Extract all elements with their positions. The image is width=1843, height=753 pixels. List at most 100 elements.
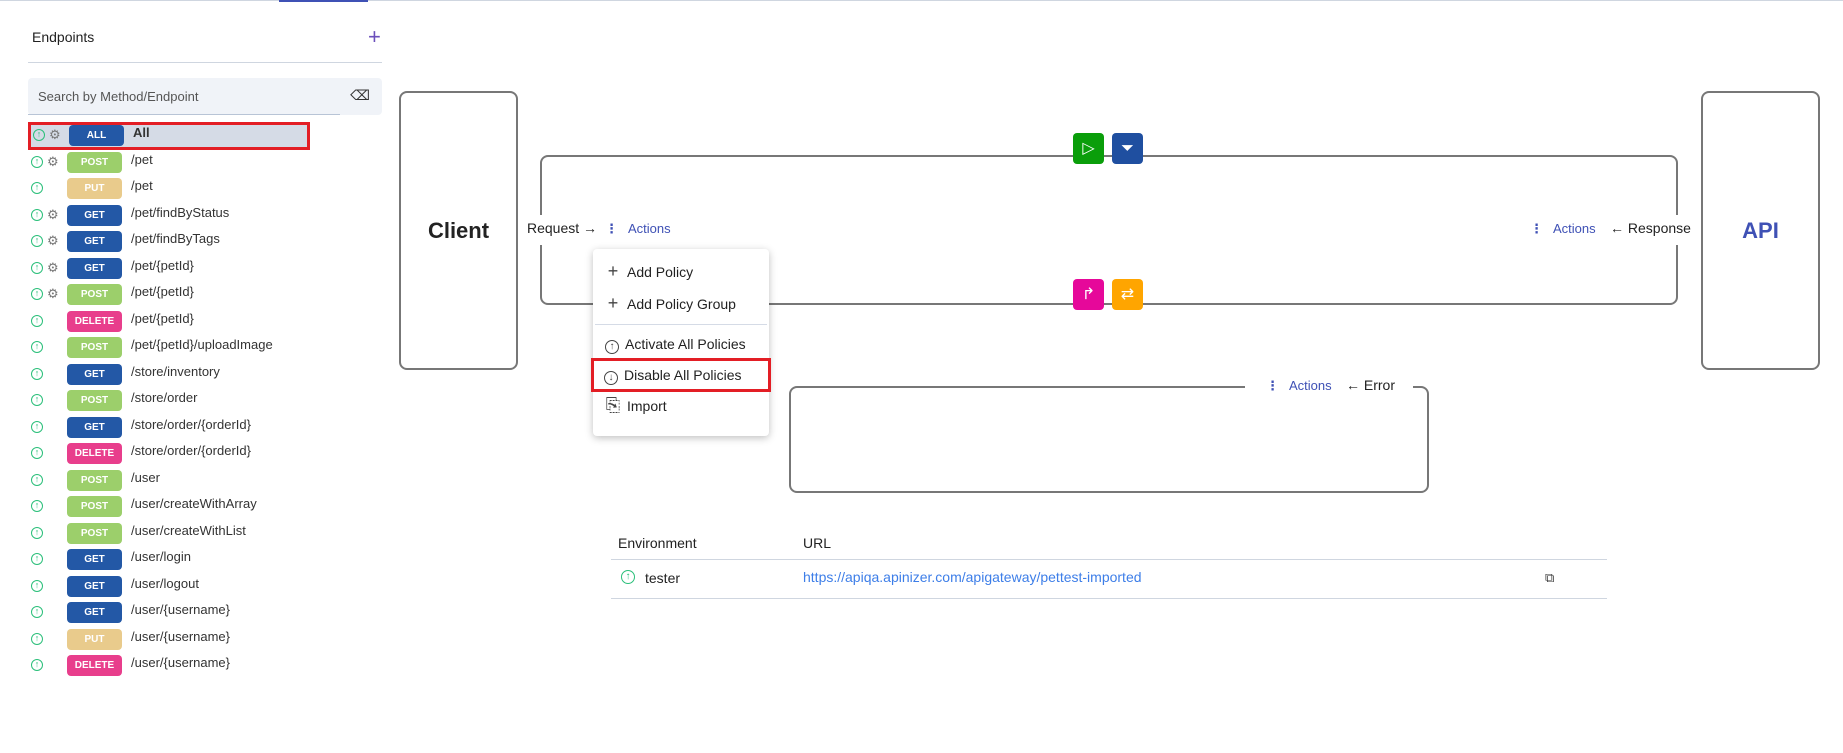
method-badge: DELETE xyxy=(67,655,122,676)
search-input[interactable] xyxy=(28,78,340,115)
endpoint-row[interactable]: ↑ GET/store/inventory xyxy=(28,363,308,387)
response-policies: ↱ ⇄ xyxy=(1073,279,1143,310)
menu-item[interactable]: ↑ Activate All Policies xyxy=(593,328,769,360)
table-divider xyxy=(611,559,1607,560)
method-badge: POST xyxy=(67,337,122,358)
active-status-icon[interactable]: ↑ xyxy=(33,129,45,141)
endpoint-path: /user/createWithList xyxy=(131,522,246,538)
active-status-icon[interactable]: ↑ xyxy=(31,288,43,300)
endpoint-row[interactable]: ↑ POST/pet/{petId}/uploadImage xyxy=(28,336,308,360)
active-status-icon[interactable]: ↑ xyxy=(31,632,43,645)
active-status-icon[interactable]: ↑ xyxy=(31,314,43,327)
endpoint-row[interactable]: ↑ ⚙ POST/pet xyxy=(28,151,308,175)
menu-item[interactable]: + Add Policy Group xyxy=(593,287,769,319)
redirect-icon[interactable]: ↱ xyxy=(1073,279,1104,310)
swap-icon[interactable]: ⇄ xyxy=(1112,279,1143,310)
endpoint-row[interactable]: ↑ POST/user/createWithArray xyxy=(28,495,308,519)
endpoint-row[interactable]: ↑ DELETE/user/{username} xyxy=(28,654,308,678)
endpoint-path: /user/{username} xyxy=(131,655,231,670)
add-endpoint-plus-icon[interactable]: + xyxy=(368,24,381,50)
active-status-icon[interactable]: ↑ xyxy=(31,659,43,671)
client-label: Client xyxy=(427,217,490,243)
active-status-icon[interactable]: ↑ xyxy=(31,235,43,247)
active-status-icon[interactable]: ↑ xyxy=(31,341,43,353)
active-status-icon[interactable]: ↑ xyxy=(31,579,43,592)
gear-icon[interactable]: ⚙ xyxy=(47,260,59,276)
method-badge: POST xyxy=(67,284,122,305)
menu-item[interactable]: ↓ Disable All Policies xyxy=(591,358,771,392)
active-status-icon[interactable]: ↑ xyxy=(31,500,43,512)
active-status-icon[interactable]: ↑ xyxy=(31,261,43,274)
client-node: Client xyxy=(399,91,518,370)
endpoint-path: /pet/findByStatus xyxy=(131,204,230,220)
error-actions-button[interactable]: ⋮ Actions xyxy=(1266,378,1332,394)
active-status-icon[interactable]: ↑ xyxy=(31,208,43,221)
active-status-icon[interactable]: ↑ xyxy=(31,526,43,539)
active-status-icon[interactable]: ↑ xyxy=(31,420,43,433)
endpoint-row[interactable]: ↑ GET/user/{username} xyxy=(28,601,308,625)
gear-icon[interactable]: ⚙ xyxy=(47,154,59,170)
endpoint-row[interactable]: ↑ POST/user/createWithList xyxy=(28,522,308,546)
endpoint-row[interactable]: ↑ POST/store/order xyxy=(28,389,308,413)
copy-icon[interactable]: ⧉ xyxy=(1545,570,1554,586)
method-badge: GET xyxy=(67,549,122,570)
endpoint-row[interactable]: ↑ GET/user/logout xyxy=(28,575,308,599)
divider xyxy=(28,62,382,63)
menu-item-label: Disable All Policies xyxy=(624,367,742,383)
endpoint-row[interactable]: ↑ POST/user xyxy=(28,469,308,493)
method-badge: GET xyxy=(67,416,122,438)
active-status-icon[interactable]: ↑ xyxy=(31,394,43,406)
gear-icon[interactable]: ⚙ xyxy=(47,233,59,249)
response-actions-button[interactable]: ⋮ Actions xyxy=(1530,221,1596,237)
active-tab-indicator xyxy=(279,0,368,2)
arrow-up-circle-icon: ↑ xyxy=(605,340,619,354)
endpoint-row[interactable]: ↑ DELETE/pet/{petId} xyxy=(28,310,308,334)
menu-item[interactable]: + Add Policy xyxy=(593,255,769,287)
method-badge: POST xyxy=(67,390,122,411)
endpoint-row[interactable]: ↑ ⚙ GET/pet/findByTags xyxy=(28,230,308,254)
filter-icon[interactable]: ⏷ xyxy=(1112,133,1143,164)
method-badge: DELETE xyxy=(67,310,122,332)
request-actions-button[interactable]: ⋮ Actions xyxy=(605,221,671,237)
gear-icon[interactable]: ⚙ xyxy=(47,286,59,302)
active-status-icon[interactable]: ↑ xyxy=(31,155,43,168)
endpoint-row[interactable]: ↑ ⚙ POST/pet/{petId} xyxy=(28,283,308,307)
method-badge: POST xyxy=(67,522,122,544)
endpoint-row[interactable]: ↑ DELETE/store/order/{orderId} xyxy=(28,442,308,466)
active-status-icon[interactable]: ↑ xyxy=(31,367,43,380)
endpoint-path: /pet/findByTags xyxy=(131,231,220,246)
method-badge: GET xyxy=(67,602,122,623)
kebab-icon: ⋮ xyxy=(1530,221,1543,236)
method-badge: GET xyxy=(67,363,122,385)
active-status-icon[interactable]: ↑ xyxy=(31,606,43,618)
request-policies: ▷ ⏷ xyxy=(1073,133,1143,164)
active-status-icon[interactable]: ↑ xyxy=(31,473,43,486)
endpoint-row[interactable]: ↑ PUT/pet xyxy=(28,177,308,201)
endpoint-path: /user/login xyxy=(131,549,191,564)
actions-label: Actions xyxy=(1553,221,1596,236)
eraser-icon[interactable]: ⌫ xyxy=(350,87,370,104)
endpoint-row[interactable]: ↑ ⚙ GET/pet/findByStatus xyxy=(28,204,308,228)
api-label: API xyxy=(1742,217,1779,243)
gear-icon[interactable]: ⚙ xyxy=(49,127,61,143)
endpoint-row[interactable]: ↑ GET/store/order/{orderId} xyxy=(28,416,308,440)
active-status-icon[interactable]: ↑ xyxy=(31,447,43,459)
env-url-link[interactable]: https://apiqa.apinizer.com/apigateway/pe… xyxy=(803,569,1142,585)
response-label: ← Response xyxy=(1610,220,1691,236)
api-node: API xyxy=(1701,91,1820,370)
plus-icon: + xyxy=(607,293,619,313)
endpoint-row[interactable]: ↑ GET/user/login xyxy=(28,548,308,572)
menu-item[interactable]: ⎘ Import xyxy=(593,389,769,421)
menu-item-label: Add Policy Group xyxy=(627,296,736,312)
endpoint-row[interactable]: ↑ PUT/user/{username} xyxy=(28,628,308,652)
active-status-icon[interactable]: ↑ xyxy=(31,182,43,194)
gear-icon[interactable]: ⚙ xyxy=(47,207,59,223)
actions-label: Actions xyxy=(628,221,671,236)
endpoint-path: All xyxy=(133,125,150,140)
endpoint-row[interactable]: ↑ ⚙ GET/pet/{petId} xyxy=(28,257,308,281)
play-icon[interactable]: ▷ xyxy=(1073,133,1104,164)
endpoint-path: /pet/{petId} xyxy=(131,257,194,273)
method-badge: GET xyxy=(67,575,122,597)
active-status-icon[interactable]: ↑ xyxy=(31,553,43,565)
endpoint-row[interactable]: ↑ ⚙ ALL All xyxy=(28,122,310,150)
